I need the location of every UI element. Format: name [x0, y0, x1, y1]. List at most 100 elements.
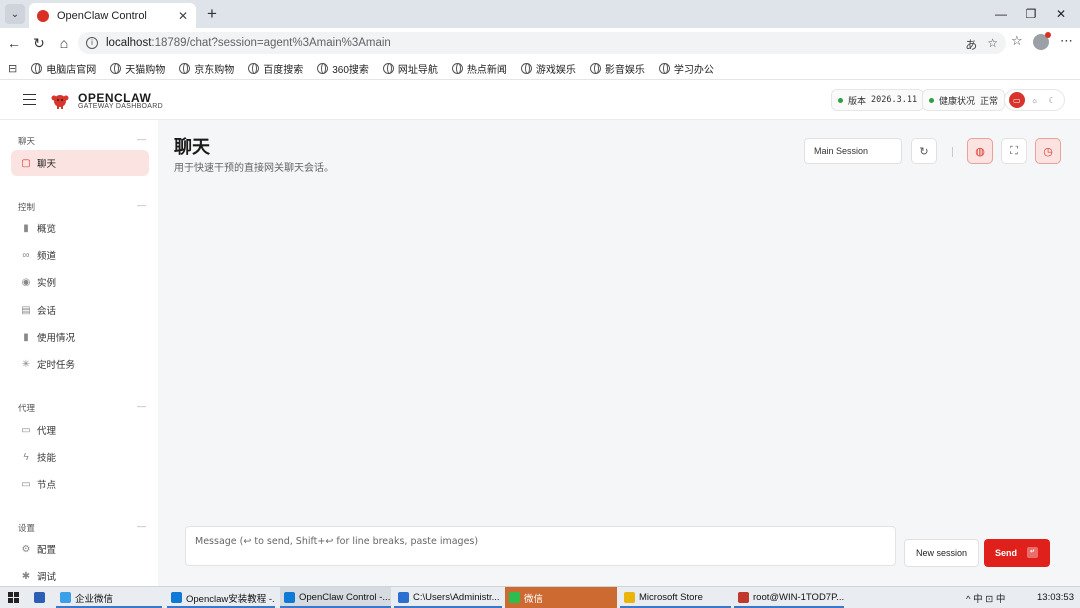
theme-switcher: ▭ ☼ ☾ — [1004, 89, 1065, 111]
bookmark-item[interactable]: 百度搜索 — [248, 61, 303, 76]
taskbar-app[interactable]: root@WIN-1TOD7P... — [734, 587, 844, 608]
taskbar-clock[interactable]: 13:03:53 — [1037, 592, 1074, 603]
bookmark-item[interactable]: 网址导航 — [382, 61, 438, 76]
bookmark-item[interactable]: 电脑店官网 — [31, 61, 96, 76]
more-menu-icon[interactable]: ⋯ — [1060, 33, 1073, 49]
globe-icon — [31, 63, 43, 74]
bookmark-item[interactable]: 360搜索 — [317, 61, 369, 76]
theme-dark-moon-icon[interactable]: ☾ — [1044, 92, 1060, 108]
windows-start-icon[interactable] — [8, 592, 19, 603]
sidebar-item[interactable]: ✱ 调试 — [11, 563, 149, 586]
sidebar-item-label: 节点 — [37, 480, 57, 491]
sidebar: 聊天 — ▢ 聊天 控制 — ▮ 概览 ∞ 频道 ◉ 实例 ▤ 会话 ▮ 使用情况 ✳ 定时任务 代理 — ▭ 代理 ϟ 技能… — [0, 120, 158, 586]
sidebar-item[interactable]: ϟ 技能 — [11, 444, 149, 470]
star-bookmark-icon[interactable]: ☆ — [987, 36, 998, 53]
sidebar-item[interactable]: ▮ 概览 — [11, 215, 149, 241]
send-button[interactable]: Send ↵ — [984, 539, 1050, 567]
bar-chart-icon: ▮ — [23, 222, 29, 234]
home-icon[interactable]: ⌂ — [54, 33, 74, 53]
sidebar-item-label: 使用情况 — [37, 333, 76, 344]
app-header: OPENCLAW GATEWAY DASHBOARD 版本 2026.3.11 … — [0, 80, 1080, 120]
taskbar-app[interactable]: 微信 — [505, 587, 617, 608]
status-dot-icon — [838, 97, 843, 103]
sidebar-item-label: 频道 — [37, 251, 57, 262]
gear-icon: ⚙ — [21, 543, 31, 555]
reload-icon[interactable]: ↻ — [29, 33, 49, 53]
window-close-icon[interactable]: ✕ — [1046, 4, 1076, 24]
sidebar-item-label: 技能 — [37, 453, 57, 464]
taskbar-app[interactable]: C:\Users\Administr... — [394, 587, 502, 608]
taskbar-app[interactable]: 企业微信 — [56, 587, 162, 608]
sidebar-item[interactable]: ▮ 使用情况 — [11, 324, 149, 350]
sidebar-item[interactable]: ▭ 代理 — [11, 417, 149, 443]
sidebar-item[interactable]: ▢ 聊天 — [11, 150, 149, 176]
window-minimize-icon[interactable]: — — [986, 4, 1016, 24]
tab-close-icon[interactable]: ✕ — [178, 9, 188, 23]
bookmark-item[interactable]: 热点新闻 — [451, 61, 507, 76]
globe-icon — [110, 63, 122, 74]
sidebar-section-title: 设置 — [18, 523, 36, 533]
window-restore-icon[interactable]: ❐ — [1016, 4, 1046, 24]
bookmark-item[interactable]: 天猫购物 — [110, 61, 165, 76]
bookmark-item[interactable]: 京东购物 — [179, 61, 234, 76]
sidebar-item[interactable]: ⚙ 配置 — [11, 536, 149, 562]
theme-light-sun-icon[interactable]: ☼ — [1026, 92, 1042, 108]
globe-icon — [382, 63, 394, 74]
sidebar-item-label: 代理 — [37, 426, 57, 437]
bar-chart-icon: ▮ — [23, 331, 29, 343]
collapse-section-icon[interactable]: — — [137, 521, 146, 531]
openclaw-app: OPENCLAW GATEWAY DASHBOARD 版本 2026.3.11 … — [0, 80, 1080, 586]
bookmark-item[interactable]: 游戏娱乐 — [520, 61, 576, 76]
session-select[interactable]: Main Session — [804, 138, 902, 164]
message-input[interactable]: Message (↩ to send, Shift+↩ for line bre… — [185, 526, 896, 566]
collapse-section-icon[interactable]: — — [137, 134, 146, 144]
back-arrow-icon[interactable]: ← — [4, 33, 24, 53]
new-session-button[interactable]: New session — [904, 539, 979, 567]
reading-list-icon[interactable]: ⊟ — [8, 62, 17, 75]
theme-system-monitor-icon[interactable]: ▭ — [1008, 92, 1025, 108]
collapse-section-icon[interactable]: — — [137, 401, 146, 411]
health-badge: 健康状况 正常 — [922, 89, 1006, 111]
sidebar-item-label: 配置 — [37, 545, 57, 556]
focus-scan-icon[interactable]: ⛶ — [1001, 138, 1027, 164]
globe-icon — [520, 63, 532, 74]
chat-bubble-icon: ▢ — [21, 157, 31, 169]
favorites-icon[interactable]: ☆ — [1011, 33, 1023, 49]
collapse-section-icon[interactable]: — — [137, 200, 146, 210]
system-tray[interactable]: ^ 中 ⊡ 中 — [966, 591, 1005, 605]
loader-icon: ✳ — [21, 358, 31, 370]
bookmark-item[interactable]: 学习办公 — [658, 61, 714, 76]
bookmark-item[interactable]: 影音娱乐 — [589, 61, 645, 76]
bookmarks-bar: ⊟ 电脑店官网 天猫购物 京东购物 百度搜索 360搜索 网址导航 热点新闻 游戏娱乐 影音娱乐… — [0, 58, 1080, 80]
app-icon — [284, 592, 295, 603]
sidebar-item[interactable]: ∞ 频道 — [11, 242, 149, 268]
sidebar-item[interactable]: ✳ 定时任务 — [11, 351, 149, 377]
document-icon: ▤ — [21, 304, 31, 316]
new-tab-plus-icon[interactable]: + — [203, 4, 221, 24]
brain-thinking-icon[interactable]: ◍ — [967, 138, 993, 164]
sidebar-item-label: 定时任务 — [37, 360, 76, 371]
hamburger-menu-icon[interactable] — [23, 94, 36, 105]
translate-icon[interactable]: あ — [965, 36, 977, 53]
bug-icon: ✱ — [21, 570, 31, 582]
bolt-icon: ϟ — [23, 451, 29, 463]
refresh-icon[interactable]: ↻ — [911, 138, 937, 164]
monitor-icon: ▭ — [21, 478, 31, 490]
taskbar-pinned-icon[interactable] — [30, 587, 48, 608]
sidebar-item[interactable]: ▭ 节点 — [11, 471, 149, 497]
sidebar-item[interactable]: ▤ 会话 — [11, 297, 149, 323]
app-icon — [171, 592, 182, 603]
profile-avatar[interactable] — [1033, 32, 1051, 50]
browser-tab-active[interactable]: OpenClaw Control ✕ — [29, 3, 196, 28]
site-info-icon[interactable]: i — [86, 37, 98, 49]
taskbar-app[interactable]: Microsoft Store — [620, 587, 731, 608]
sidebar-section-title: 聊天 — [18, 136, 36, 146]
brand-subtitle: GATEWAY DASHBOARD — [78, 103, 163, 110]
address-bar[interactable]: i localhost:18789/chat?session=agent%3Am… — [78, 32, 1006, 54]
tab-search-icon[interactable]: ⌄ — [5, 4, 25, 24]
taskbar-app[interactable]: Openclaw安装教程 -... — [167, 587, 275, 608]
sidebar-item[interactable]: ◉ 实例 — [11, 269, 149, 295]
history-clock-icon[interactable]: ◷ — [1035, 138, 1061, 164]
taskbar-app[interactable]: OpenClaw Control -... — [280, 587, 391, 608]
sidebar-item-label: 会话 — [37, 306, 57, 317]
